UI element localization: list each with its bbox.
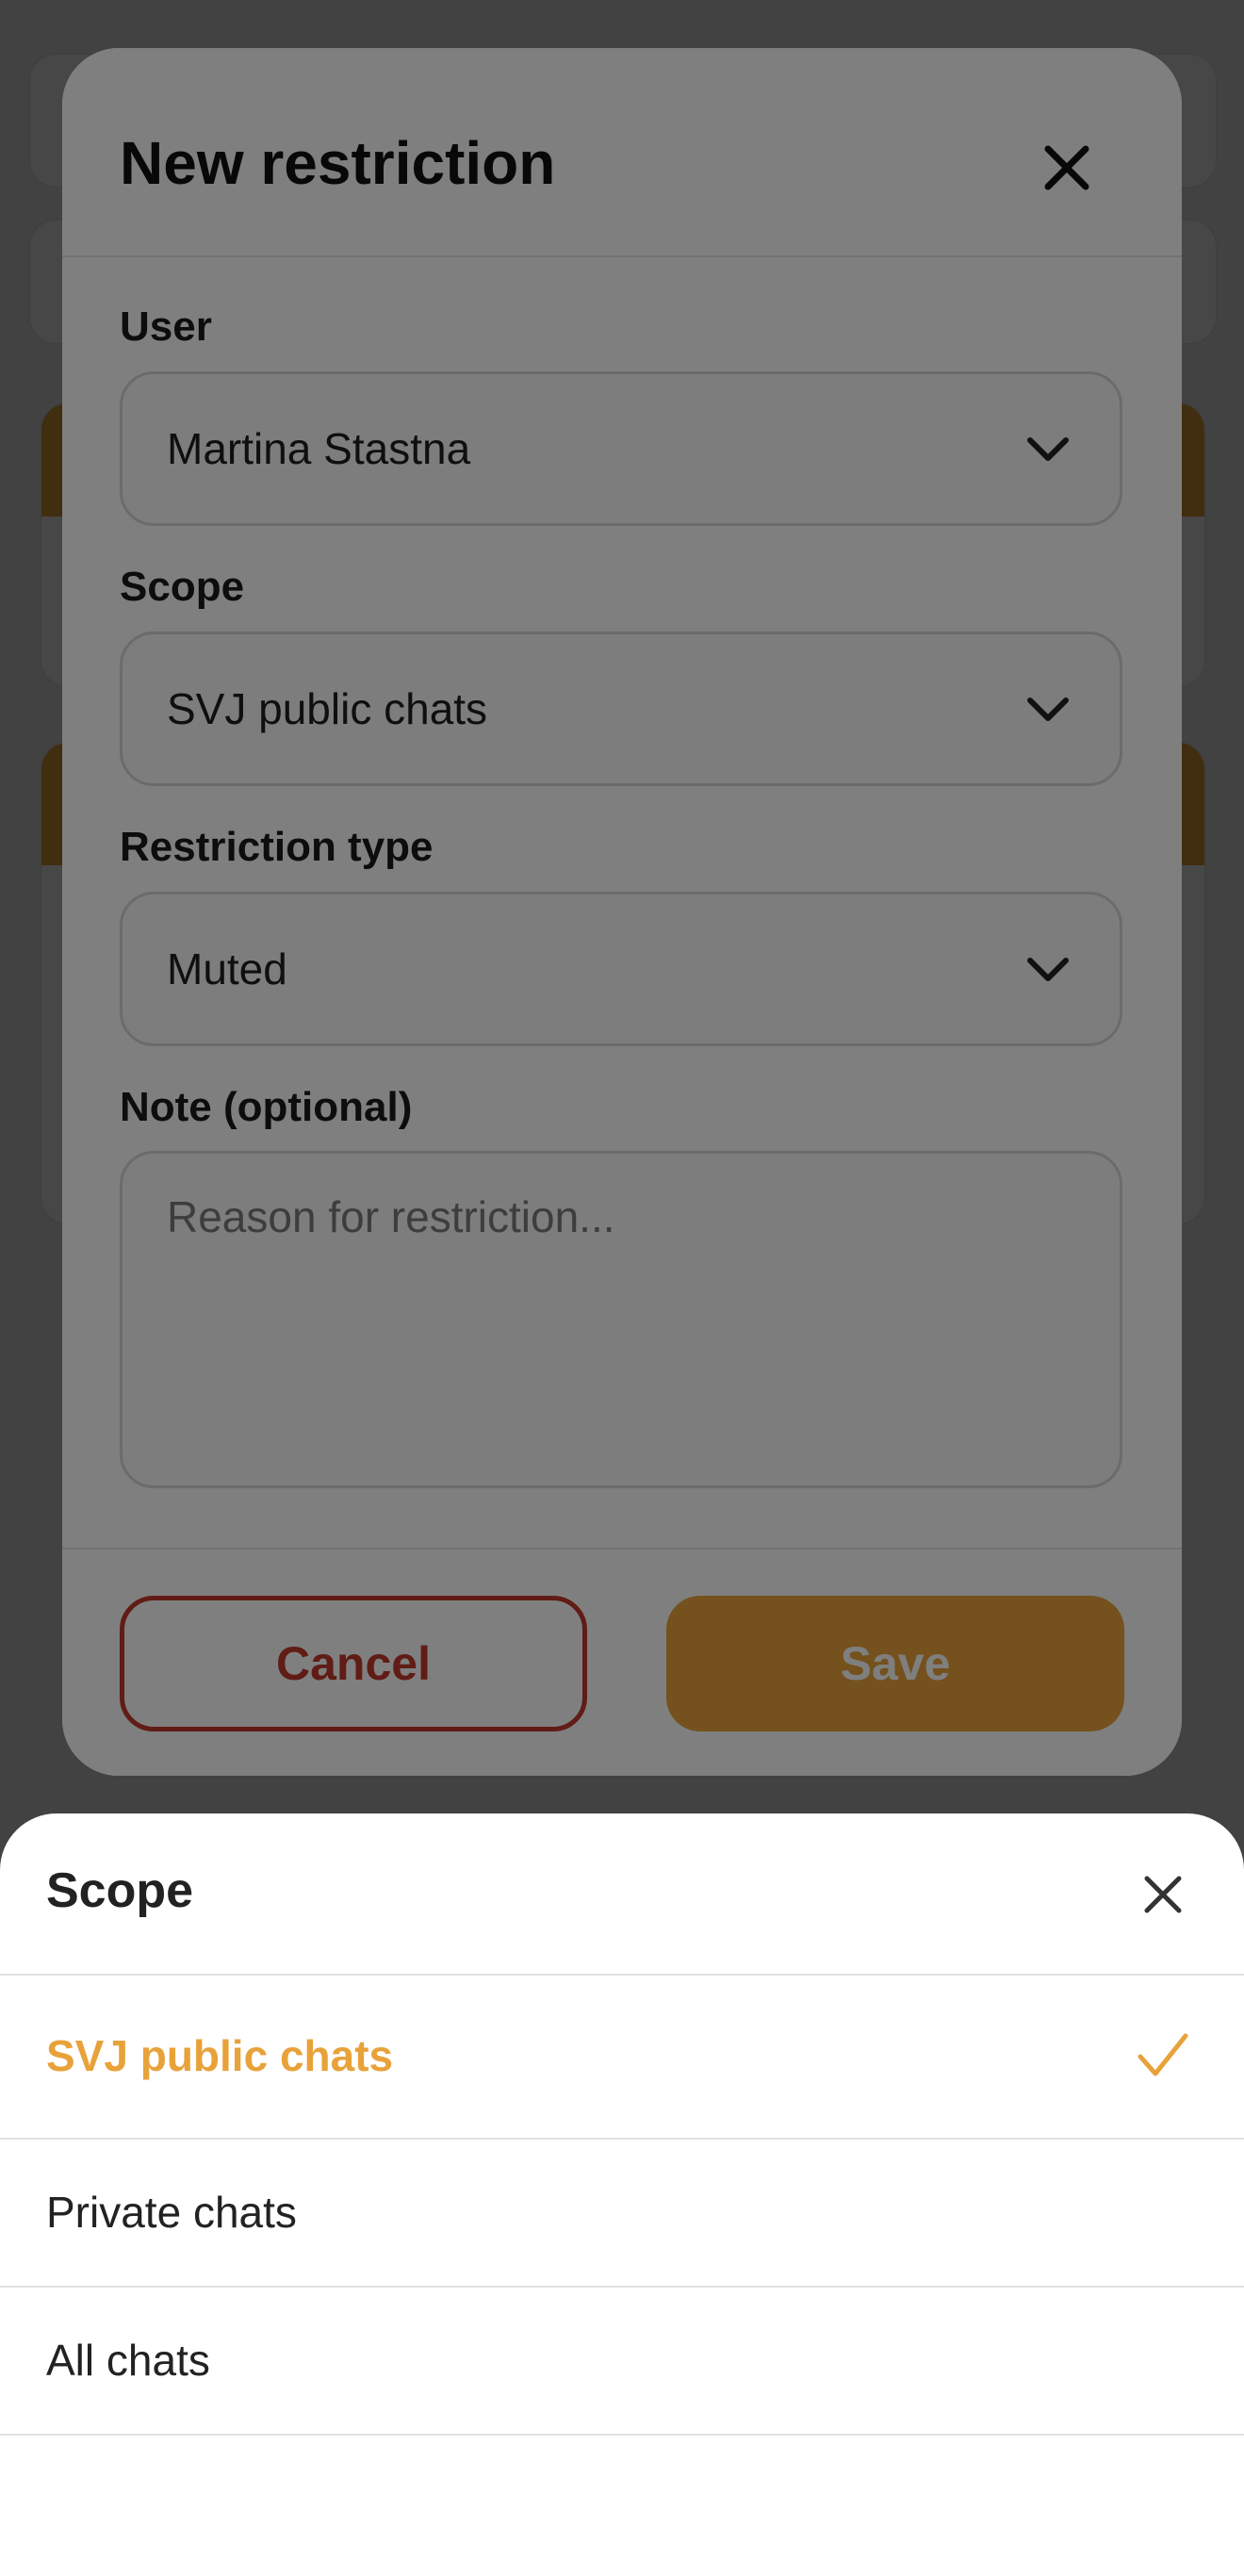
user-select[interactable]: Martina Stastna: [120, 371, 1122, 526]
check-icon: [1138, 2033, 1188, 2076]
scope-option-all-chats[interactable]: All chats: [0, 2288, 1244, 2436]
scope-select-value: SVJ public chats: [167, 684, 488, 733]
option-label: SVJ public chats: [46, 2031, 394, 2080]
modal-header: New restriction: [62, 48, 1182, 257]
new-restriction-modal: New restriction User Martina Stastna Sco…: [62, 48, 1182, 1776]
modal-title: New restriction: [120, 129, 556, 197]
option-label: All chats: [46, 2336, 210, 2385]
scope-select[interactable]: SVJ public chats: [120, 632, 1122, 786]
save-button[interactable]: Save: [666, 1596, 1124, 1731]
user-label: User: [120, 304, 212, 350]
note-label: Note (optional): [120, 1084, 413, 1130]
divider: [62, 1548, 1182, 1550]
close-icon[interactable]: [1142, 1874, 1184, 1915]
sheet-title: Scope: [46, 1863, 194, 1918]
scope-option-svj-public-chats[interactable]: SVJ public chats: [0, 1976, 1244, 2140]
scope-label: Scope: [120, 564, 245, 610]
user-select-value: Martina Stastna: [167, 424, 471, 473]
chevron-down-icon: [1027, 697, 1069, 721]
option-label: Private chats: [46, 2188, 297, 2237]
note-field[interactable]: [120, 1151, 1122, 1488]
scope-option-private-chats[interactable]: Private chats: [0, 2140, 1244, 2288]
sheet-header: Scope: [0, 1813, 1244, 1976]
restriction-type-select[interactable]: Muted: [120, 892, 1122, 1046]
scope-bottom-sheet: Scope SVJ public chats Private chats All…: [0, 1813, 1244, 2576]
close-icon[interactable]: [1039, 139, 1095, 196]
chevron-down-icon: [1027, 437, 1069, 461]
cancel-button[interactable]: Cancel: [120, 1596, 587, 1731]
chevron-down-icon: [1027, 958, 1069, 981]
restriction-type-select-value: Muted: [167, 944, 287, 993]
restriction-type-label: Restriction type: [120, 824, 434, 870]
